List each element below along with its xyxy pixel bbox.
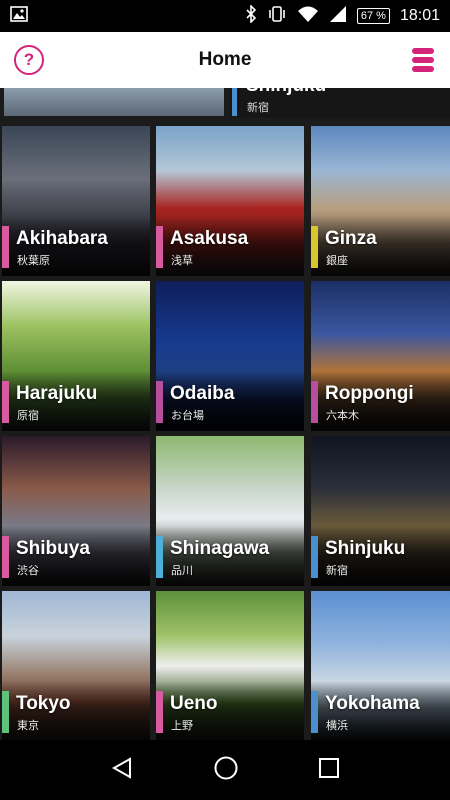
tile-name: Shibuya (16, 538, 90, 559)
tile-accent (311, 691, 318, 733)
tile-accent (311, 226, 318, 268)
tile-jp-name: 六本木 (326, 409, 359, 422)
tile-accent (311, 381, 318, 423)
app-bar: ? Home (0, 32, 450, 88)
tile-tokyo[interactable]: Tokyo 東京 (2, 591, 150, 740)
tile-yokohama[interactable]: Yokohama 横浜 (311, 591, 450, 740)
home-icon[interactable] (213, 755, 239, 785)
tile-jp-name: 秋葉原 (17, 254, 50, 267)
tile-shinjuku[interactable]: Shinjuku 新宿 (311, 436, 450, 586)
tile-jp-name: 浅草 (171, 254, 193, 267)
tile-accent (2, 691, 9, 733)
vibrate-icon (267, 5, 287, 27)
tile-name: Roppongi (325, 383, 414, 404)
wifi-icon (297, 5, 319, 27)
image-icon (10, 5, 28, 27)
tile-roppongi[interactable]: Roppongi 六本木 (311, 281, 450, 431)
tile-accent (156, 691, 163, 733)
menu-icon[interactable] (412, 48, 434, 72)
tile-jp-name: 新宿 (247, 101, 269, 114)
tile-name: Odaiba (170, 383, 235, 404)
tile-jp-name: 上野 (171, 719, 193, 732)
signal-icon (329, 5, 347, 27)
tile-akihabara[interactable]: Akihabara 秋葉原 (2, 126, 150, 276)
recents-square-icon[interactable] (318, 757, 340, 783)
status-time: 18:01 (399, 7, 440, 24)
back-triangle-icon[interactable] (110, 756, 134, 784)
partial-tile-shinjuku[interactable]: Shinjuku 新宿 (230, 88, 450, 118)
tile-accent (156, 381, 163, 423)
bluetooth-icon (245, 4, 257, 27)
tile-accent (2, 226, 9, 268)
tile-accent (232, 88, 237, 116)
tile-shibuya[interactable]: Shibuya 渋谷 (2, 436, 150, 586)
tile-jp-name: お台場 (171, 409, 204, 422)
tile-accent (2, 381, 9, 423)
partial-tile-image[interactable] (4, 88, 224, 116)
tile-name: Asakusa (170, 228, 249, 249)
tile-jp-name: 銀座 (326, 254, 348, 267)
tile-jp-name: 原宿 (17, 409, 39, 422)
page-title: Home (198, 49, 252, 70)
tile-accent (156, 226, 163, 268)
tile-asakusa[interactable]: Asakusa 浅草 (156, 126, 304, 276)
tile-jp-name: 新宿 (326, 564, 348, 577)
navigation-bar (0, 740, 450, 800)
tile-name: Shinjuku (325, 538, 406, 559)
tile-jp-name: 品川 (171, 564, 193, 577)
tile-ginza[interactable]: Ginza 銀座 (311, 126, 450, 276)
tile-name: Harajuku (16, 383, 98, 404)
tile-jp-name: 東京 (17, 719, 39, 732)
tile-name: Shinjuku (246, 88, 326, 97)
tile-ueno[interactable]: Ueno 上野 (156, 591, 304, 740)
tile-accent (156, 536, 163, 578)
tile-shinagawa[interactable]: Shinagawa 品川 (156, 436, 304, 586)
tile-odaiba[interactable]: Odaiba お台場 (156, 281, 304, 431)
tile-name: Ginza (325, 228, 377, 249)
tile-name: Ueno (170, 693, 218, 714)
tile-jp-name: 渋谷 (17, 564, 39, 577)
help-button[interactable]: ? (14, 45, 44, 75)
status-bar: 67 % 18:01 (0, 0, 450, 32)
tile-jp-name: 横浜 (326, 719, 348, 732)
tile-harajuku[interactable]: Harajuku 原宿 (2, 281, 150, 431)
partial-row: Shinjuku 新宿 (0, 88, 450, 118)
tile-name: Akihabara (16, 228, 108, 249)
tile-accent (311, 536, 318, 578)
battery-indicator: 67 % (356, 8, 390, 24)
tile-name: Yokohama (325, 693, 420, 714)
tile-name: Shinagawa (170, 538, 270, 559)
destination-grid: Shinjuku 新宿 Akihabara 秋葉原 Asakusa 浅草 Ginza 銀座… (0, 88, 450, 740)
tile-name: Tokyo (16, 693, 71, 714)
tile-accent (2, 536, 9, 578)
